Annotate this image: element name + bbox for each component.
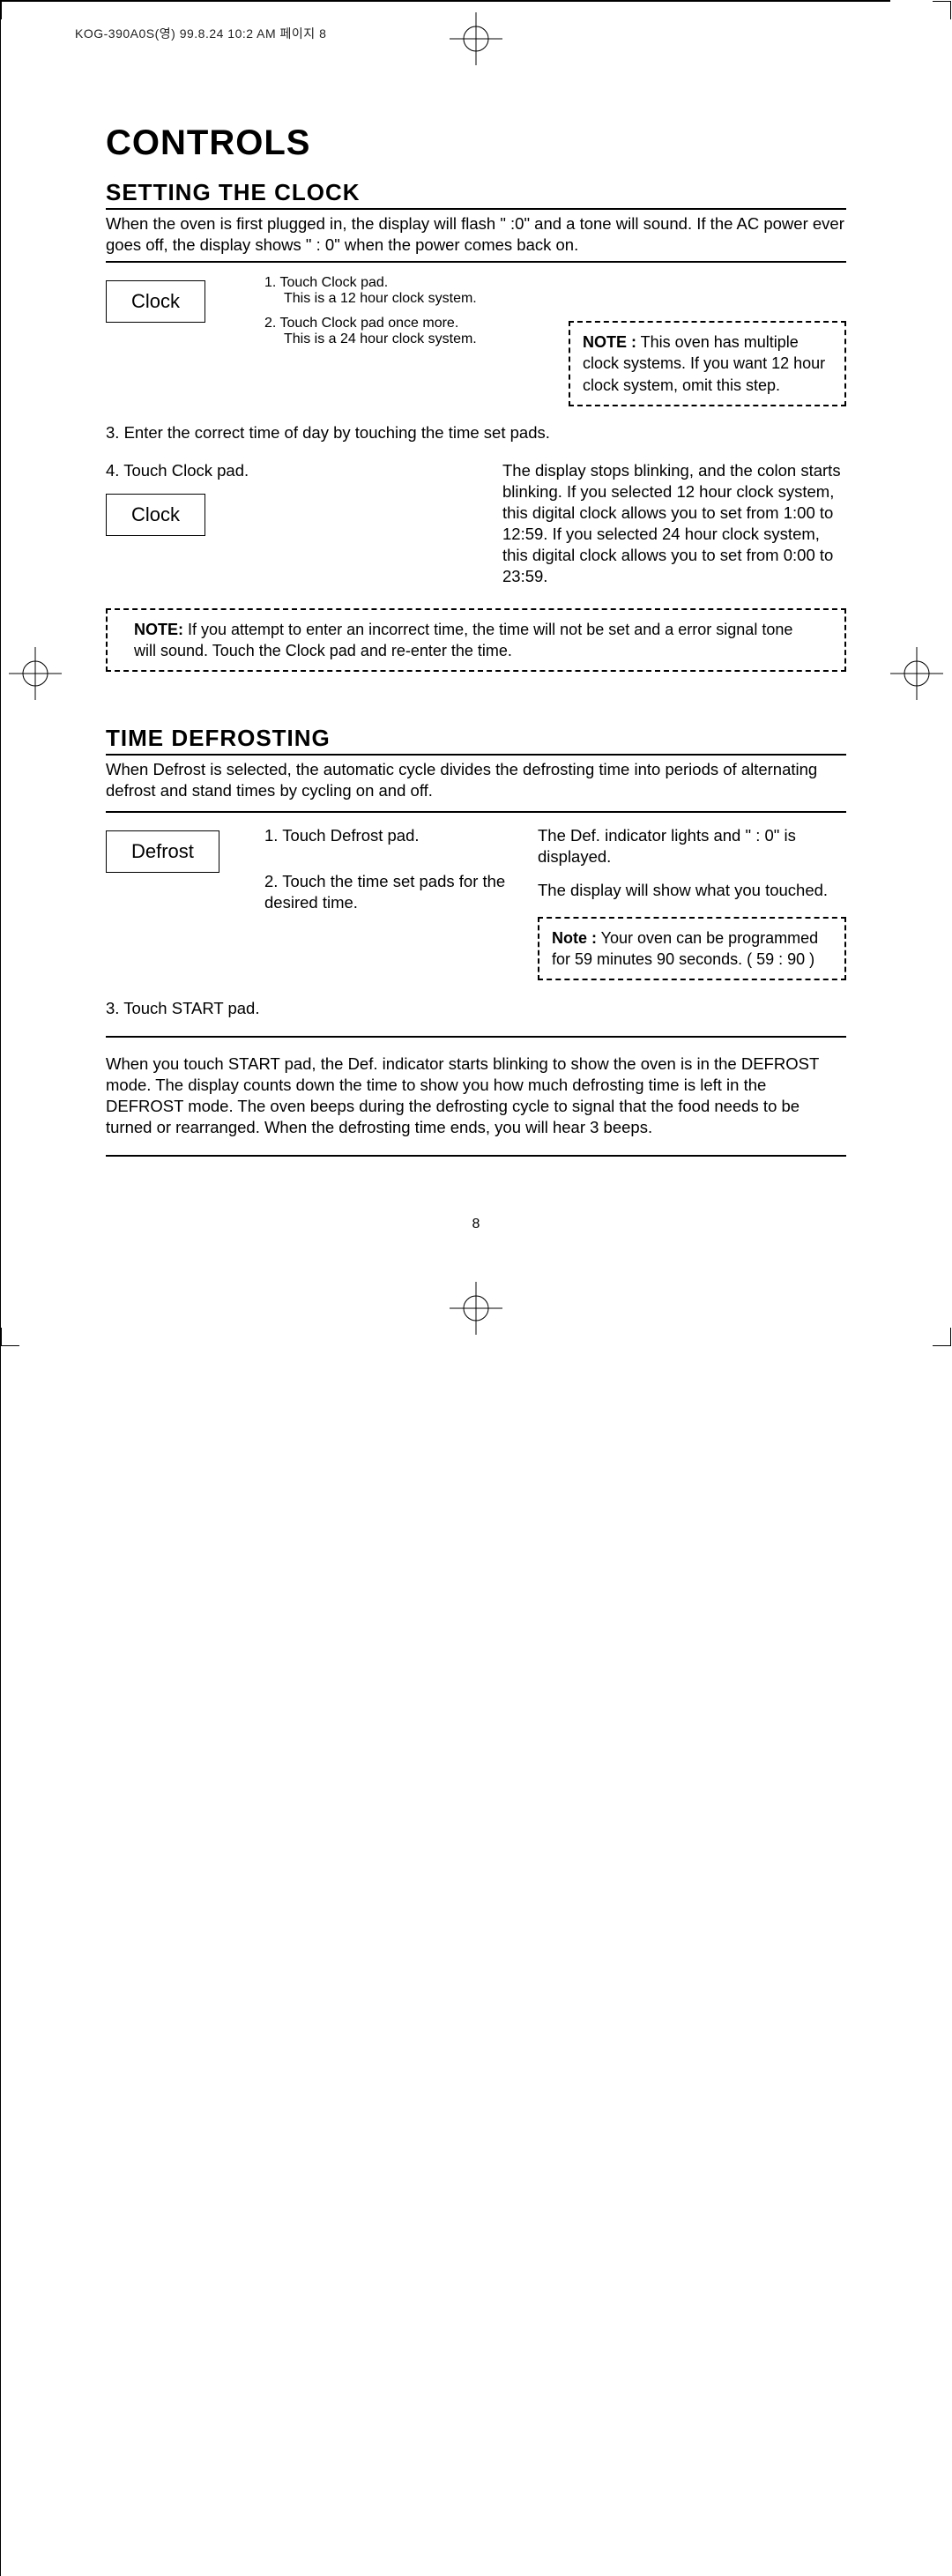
- crop-corner: [933, 1328, 951, 1346]
- clock-pad-box: Clock: [106, 280, 205, 323]
- defrost-result-2: The display will show what you touched.: [538, 880, 846, 901]
- step-subtext: This is a 24 hour clock system.: [264, 331, 542, 347]
- crop-corner: [1, 1, 19, 19]
- divider: [106, 1036, 846, 1038]
- clock-intro: When the oven is first plugged in, the d…: [106, 213, 846, 256]
- registration-mark-icon: [450, 1282, 502, 1335]
- crop-corner: [933, 1, 951, 19]
- note-label: NOTE:: [134, 621, 183, 638]
- crop-mark: [0, 2, 1, 1289]
- crop-corner: [1, 1328, 19, 1346]
- defrost-step-3: 3. Touch START pad.: [106, 998, 846, 1019]
- clock-step-4: 4. Touch Clock pad.: [106, 460, 476, 481]
- registration-mark-icon: [890, 647, 943, 700]
- step-text: 2. Touch Clock pad once more.: [264, 316, 458, 331]
- defrost-pad-box: Defrost: [106, 830, 219, 873]
- defrost-note: Note : Your oven can be programmed for 5…: [538, 917, 846, 981]
- defrost-result-1: The Def. indicator lights and " : 0" is …: [538, 825, 846, 867]
- defrost-intro: When Defrost is selected, the automatic …: [106, 759, 846, 801]
- clock-note-1: NOTE : This oven has multiple clock syst…: [569, 321, 846, 406]
- step-subtext: This is a 12 hour clock system.: [264, 291, 542, 307]
- section-time-defrosting: TIME DEFROSTING When Defrost is selected…: [106, 725, 846, 1157]
- clock-step-3: 3. Enter the correct time of day by touc…: [106, 422, 846, 443]
- section-heading-defrost: TIME DEFROSTING: [106, 725, 846, 756]
- defrost-outro: When you touch START pad, the Def. indic…: [106, 1053, 846, 1138]
- note-text: If you attempt to enter an incorrect tim…: [134, 621, 792, 659]
- clock-note-2: NOTE: If you attempt to enter an incorre…: [106, 608, 846, 673]
- defrost-step-2: 2. Touch the time set pads for the desir…: [264, 871, 511, 913]
- divider: [106, 811, 846, 813]
- divider: [106, 1155, 846, 1157]
- crop-mark: [0, 1, 890, 2]
- page-number: 8: [472, 1217, 480, 1232]
- registration-mark-icon: [450, 12, 502, 65]
- crop-mark: [0, 1289, 1, 2576]
- clock-step-1: 1. Touch Clock pad. This is a 12 hour cl…: [264, 275, 542, 307]
- note-label: NOTE :: [583, 333, 636, 351]
- defrost-step-1: 1. Touch Defrost pad.: [264, 825, 511, 846]
- section-heading-clock: SETTING THE CLOCK: [106, 179, 846, 210]
- clock-step-2: 2. Touch Clock pad once more. This is a …: [264, 316, 542, 347]
- note-label: Note :: [552, 929, 597, 947]
- print-meta-header: KOG-390A0S(영) 99.8.24 10:2 AM 페이지 8: [75, 25, 326, 42]
- section-setting-clock: SETTING THE CLOCK When the oven is first…: [106, 179, 846, 672]
- clock-pad-box-2: Clock: [106, 494, 205, 536]
- page-title: CONTROLS: [106, 123, 846, 163]
- divider: [106, 261, 846, 263]
- registration-mark-icon: [9, 647, 62, 700]
- page-content: CONTROLS SETTING THE CLOCK When the oven…: [106, 123, 846, 1165]
- step-text: 1. Touch Clock pad.: [264, 275, 388, 290]
- clock-result: The display stops blinking, and the colo…: [502, 460, 846, 587]
